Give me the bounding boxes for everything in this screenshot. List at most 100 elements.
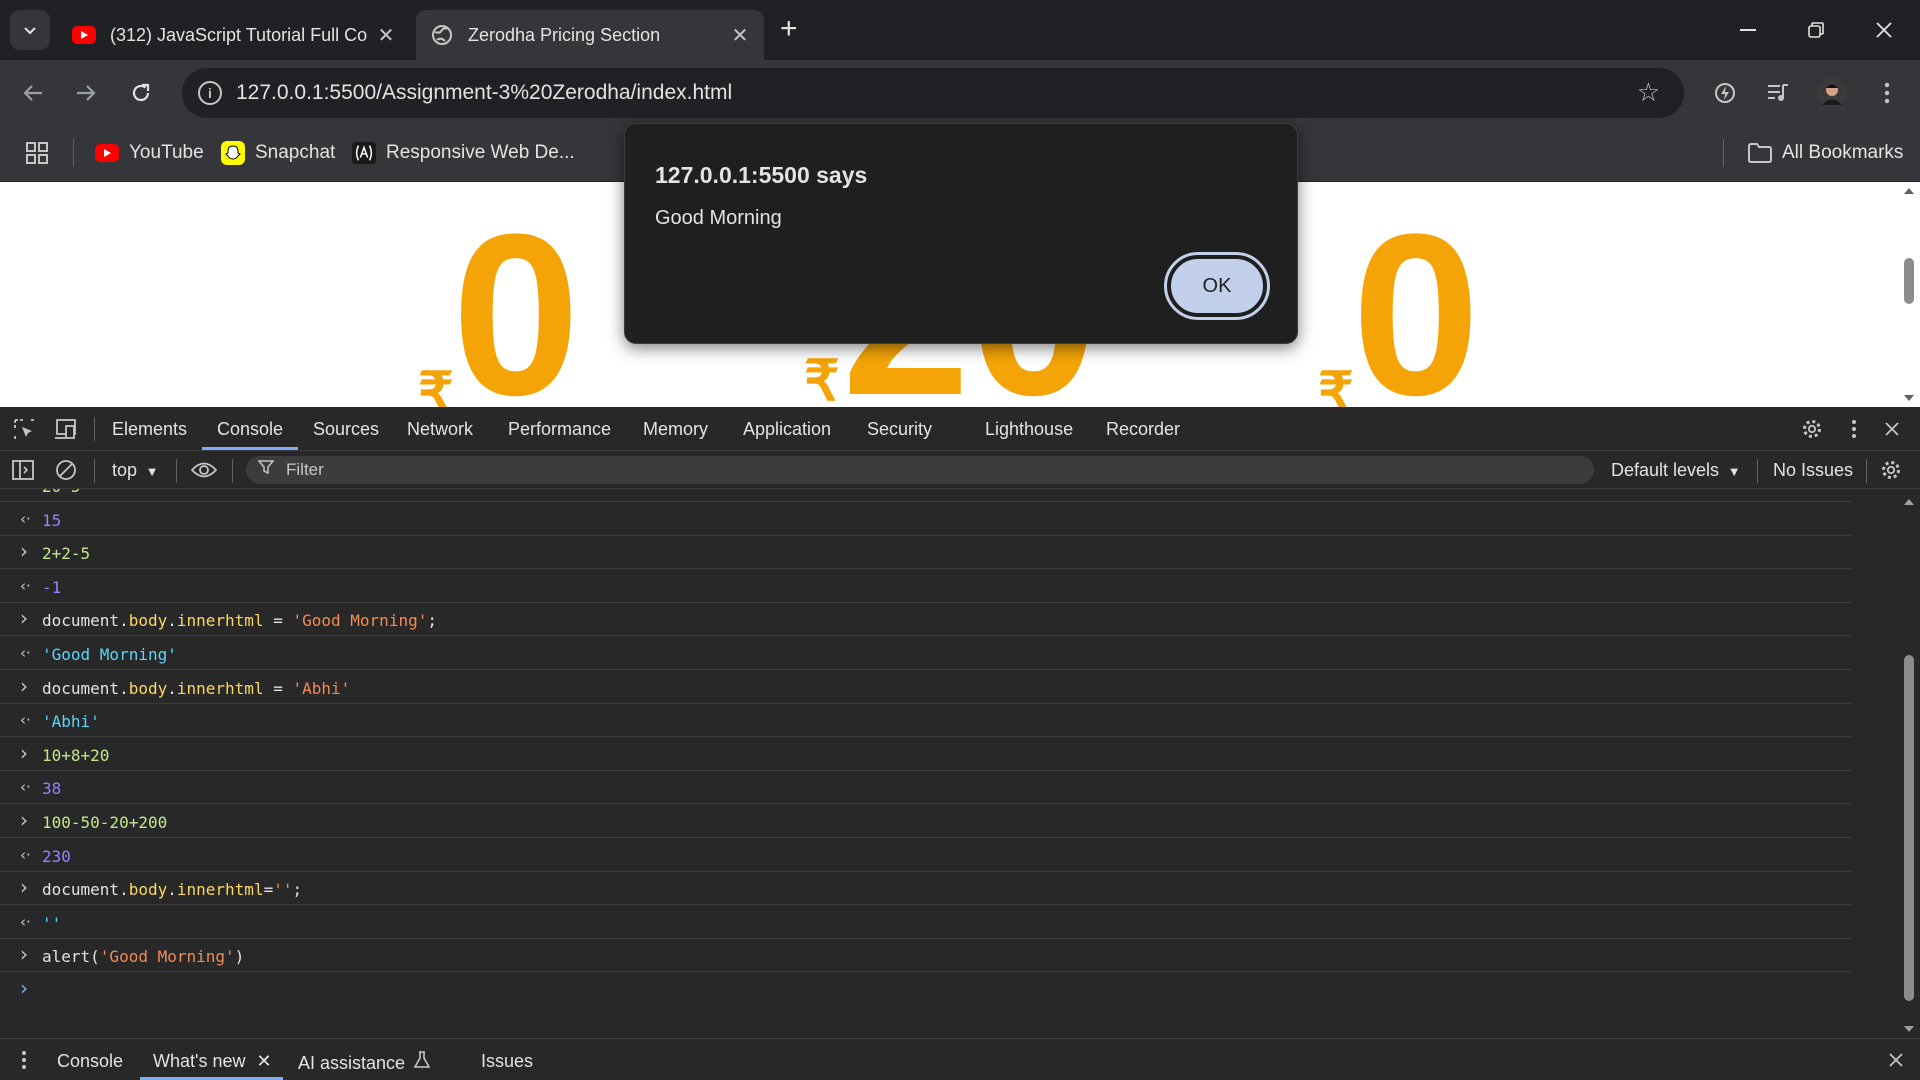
tab-sources[interactable]: Sources: [313, 419, 379, 440]
log-levels-dropdown[interactable]: Default levels ▼: [1611, 460, 1741, 481]
console-output-row[interactable]: ‹· 'Abhi': [0, 704, 1852, 738]
tab-elements[interactable]: Elements: [112, 419, 187, 440]
console-settings-gear-icon[interactable]: [1877, 456, 1905, 484]
prompt-chevron-icon: ›: [20, 606, 28, 631]
extension-icon[interactable]: [1708, 76, 1742, 110]
alert-dialog: 127.0.0.1:5500 says Good Morning OK: [624, 123, 1298, 344]
tab-memory[interactable]: Memory: [643, 419, 708, 440]
bookmark-youtube[interactable]: YouTube: [95, 138, 204, 168]
tab-security[interactable]: Security: [867, 419, 932, 440]
console-output-row[interactable]: ‹· '': [0, 906, 1852, 939]
console-input-row[interactable]: › 2+2-5: [0, 536, 1852, 570]
device-toolbar-icon[interactable]: [52, 415, 80, 443]
prompt-chevron-icon: ›: [20, 976, 28, 1000]
console-input-row[interactable]: › document.body.innerhtml = 'Good Morning…: [0, 603, 1852, 637]
close-drawer-icon[interactable]: [1882, 1046, 1910, 1074]
console-text: document.body.innerhtml = 'Abhi': [42, 679, 350, 698]
console-input-row[interactable]: › document.body.innerhtml='';: [0, 872, 1852, 906]
close-icon[interactable]: ✕: [730, 23, 750, 48]
tab-zerodha[interactable]: Zerodha Pricing Section ✕: [416, 10, 764, 60]
tab-youtube[interactable]: (312) JavaScript Tutorial Full Co ✕: [58, 10, 410, 60]
more-options-icon[interactable]: [1840, 415, 1868, 443]
drawer-tab-console[interactable]: Console: [57, 1051, 123, 1072]
inspect-element-icon[interactable]: [10, 415, 38, 443]
rupee-symbol: ₹: [804, 349, 840, 407]
back-icon[interactable]: [14, 74, 52, 112]
context-selector[interactable]: top ▼: [112, 460, 159, 481]
close-window-icon[interactable]: [1862, 12, 1906, 48]
console-output-row[interactable]: ‹· 'Good Morning': [0, 637, 1852, 670]
reload-icon[interactable]: [122, 74, 160, 112]
sidebar-toggle-icon[interactable]: [9, 456, 37, 484]
bookmark-snapchat[interactable]: Snapchat: [221, 138, 335, 168]
console-scrollbar[interactable]: [1898, 489, 1920, 1038]
url-text[interactable]: 127.0.0.1:5500/Assignment-3%20Zerodha/in…: [236, 81, 732, 105]
code-token: 38: [42, 779, 62, 799]
console-input-row[interactable]: › 100-50-20+200: [0, 805, 1852, 838]
bookmark-star-icon[interactable]: ☆: [1637, 77, 1660, 108]
address-bar[interactable]: i 127.0.0.1:5500/Assignment-3%20Zerodha/…: [182, 68, 1684, 118]
tab-console[interactable]: Console: [217, 419, 283, 440]
code-token: 10+8+20: [42, 745, 110, 765]
new-tab-button[interactable]: +: [780, 14, 798, 44]
bookmark-responsive[interactable]: Responsive Web De...: [352, 138, 575, 168]
code-token: document.: [42, 678, 129, 698]
code-token: ;: [427, 611, 437, 631]
drawer-tab-ai-assistance[interactable]: AI assistance: [298, 1051, 431, 1074]
console-output-row[interactable]: ‹· 15: [0, 503, 1852, 536]
all-bookmarks-button[interactable]: All Bookmarks: [1748, 138, 1903, 168]
close-devtools-icon[interactable]: [1878, 415, 1906, 443]
drawer-menu-icon[interactable]: [10, 1046, 38, 1074]
apps-grid-icon[interactable]: [26, 138, 48, 168]
tab-lighthouse[interactable]: Lighthouse: [985, 419, 1073, 440]
console-input-row[interactable]: › document.body.innerhtml = 'Abhi': [0, 671, 1852, 704]
forward-icon[interactable]: [67, 74, 105, 112]
clear-console-icon[interactable]: [52, 456, 80, 484]
close-icon[interactable]: ✕: [257, 1051, 272, 1071]
minimize-icon[interactable]: [1726, 12, 1770, 48]
console-input-row[interactable]: › 20-5: [0, 489, 1852, 502]
tab-recorder[interactable]: Recorder: [1106, 419, 1180, 440]
console-prompt[interactable]: ›: [0, 973, 1852, 1006]
tab-application[interactable]: Application: [743, 419, 831, 440]
close-icon[interactable]: ✕: [376, 23, 396, 48]
more-menu-icon[interactable]: [1870, 76, 1904, 110]
console-filter-input[interactable]: Filter: [246, 456, 1594, 484]
settings-gear-icon[interactable]: [1798, 415, 1826, 443]
drawer-tab-whats-new[interactable]: What's new ✕: [153, 1051, 272, 1072]
result-arrow-icon: ‹·: [20, 845, 31, 864]
code-token: '': [42, 913, 62, 933]
bookmark-label: Snapchat: [255, 142, 336, 163]
filter-placeholder: Filter: [286, 460, 324, 479]
console-text: 2+2-5: [42, 544, 90, 563]
console-output-row[interactable]: ‹· 230: [0, 839, 1852, 872]
tab-performance[interactable]: Performance: [508, 419, 611, 440]
tab-search-button[interactable]: [10, 10, 50, 50]
console-input-row[interactable]: › alert('Good Morning'): [0, 939, 1852, 973]
console-output-row[interactable]: ‹· 38: [0, 771, 1852, 805]
console-text: 'Abhi': [42, 712, 100, 731]
console-text: 100-50-20+200: [42, 813, 167, 832]
live-expression-eye-icon[interactable]: [190, 456, 218, 484]
console-input-row[interactable]: › 10+8+20: [0, 738, 1852, 771]
page-scrollbar[interactable]: [1898, 182, 1920, 407]
issues-counter[interactable]: No Issues: [1773, 460, 1853, 481]
prompt-chevron-icon: ›: [20, 808, 28, 832]
console-output-row[interactable]: ‹· -1: [0, 570, 1852, 603]
site-info-icon[interactable]: i: [198, 81, 222, 105]
code-token: document.: [42, 611, 129, 631]
ok-button[interactable]: OK: [1164, 252, 1270, 320]
result-arrow-icon: ‹·: [20, 912, 31, 931]
all-bookmarks-label: All Bookmarks: [1782, 142, 1904, 163]
restore-icon[interactable]: [1794, 12, 1838, 48]
avatar[interactable]: [1815, 76, 1849, 110]
code-token: document.: [42, 880, 129, 900]
tab-network[interactable]: Network: [407, 419, 473, 440]
media-control-icon[interactable]: [1761, 76, 1795, 110]
drawer-tab-label: AI assistance: [298, 1053, 406, 1073]
console-output[interactable]: ›20-5‹·15›2+2-5‹·-1›document.body.innerh…: [0, 489, 1898, 1038]
alert-origin: 127.0.0.1:5500 says: [655, 162, 868, 188]
prompt-chevron-icon: ›: [20, 673, 28, 698]
code-token: ): [234, 947, 245, 967]
drawer-tab-issues[interactable]: Issues: [481, 1051, 533, 1072]
